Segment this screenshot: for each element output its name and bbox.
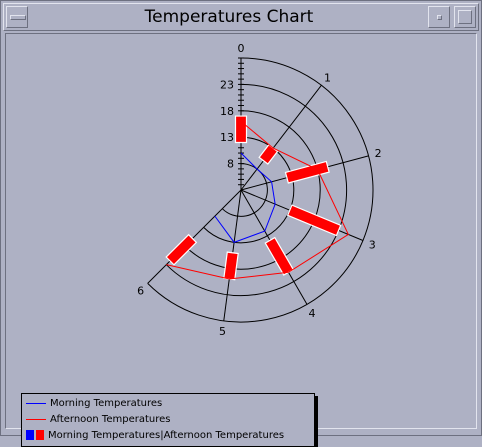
legend-item-afternoon: Afternoon Temperatures	[26, 413, 170, 427]
chart-window: Temperatures Chart 8 13 18 23 0 1 2 3 4 5 6 Mornin…	[0, 0, 482, 447]
angle-label: 3	[369, 238, 376, 251]
legend-box-morning	[26, 430, 34, 440]
grid-ring-0	[221, 163, 268, 217]
grid-ring-2	[184, 110, 321, 270]
title-bar[interactable]: Temperatures Chart	[3, 3, 479, 31]
radar-chart: 81318230123456	[137, 42, 382, 338]
minimize-icon	[437, 15, 442, 20]
grid-ring-1	[203, 136, 295, 244]
legend-box-afternoon	[36, 430, 44, 440]
angle-label: 4	[309, 307, 316, 320]
grid-ring-3	[165, 83, 348, 297]
angle-label: 6	[137, 284, 144, 297]
legend-item-bars: Morning Temperatures|Afternoon Temperatu…	[26, 429, 284, 443]
angle-label: 1	[324, 71, 331, 84]
radial-tick-label: 13	[220, 131, 234, 144]
window-title: Temperatures Chart	[144, 7, 314, 27]
range-bar	[258, 143, 279, 165]
chart-area: 8 13 18 23 0 1 2 3 4 5 6 Morning Temperatures Afte…	[5, 33, 477, 447]
angle-label: 0	[238, 42, 245, 55]
range-bar	[165, 233, 198, 266]
range-bar	[286, 204, 342, 237]
series-line-1	[166, 120, 349, 280]
maximize-icon	[458, 10, 472, 24]
angle-label: 2	[375, 147, 382, 160]
legend-label-morning: Morning Temperatures	[50, 398, 163, 409]
legend-line-afternoon	[26, 418, 46, 420]
angle-label: 5	[219, 325, 226, 338]
minimize-button[interactable]	[428, 6, 450, 28]
legend: Morning Temperatures Afternoon Temperatu…	[21, 393, 315, 447]
window-menu-button[interactable]	[6, 6, 28, 28]
maximize-button[interactable]	[454, 6, 476, 28]
legend-line-morning	[26, 402, 46, 404]
legend-label-afternoon: Afternoon Temperatures	[50, 414, 171, 425]
radial-tick-label: 18	[220, 105, 234, 118]
range-bar	[234, 115, 248, 144]
menu-bar-icon	[10, 15, 26, 20]
grid-ring-outer	[147, 57, 374, 323]
radial-tick-label: 23	[220, 78, 234, 91]
range-bar	[223, 251, 239, 281]
radial-tick-label: 8	[227, 158, 234, 171]
range-bar	[264, 236, 295, 276]
legend-item-morning: Morning Temperatures	[26, 397, 162, 411]
